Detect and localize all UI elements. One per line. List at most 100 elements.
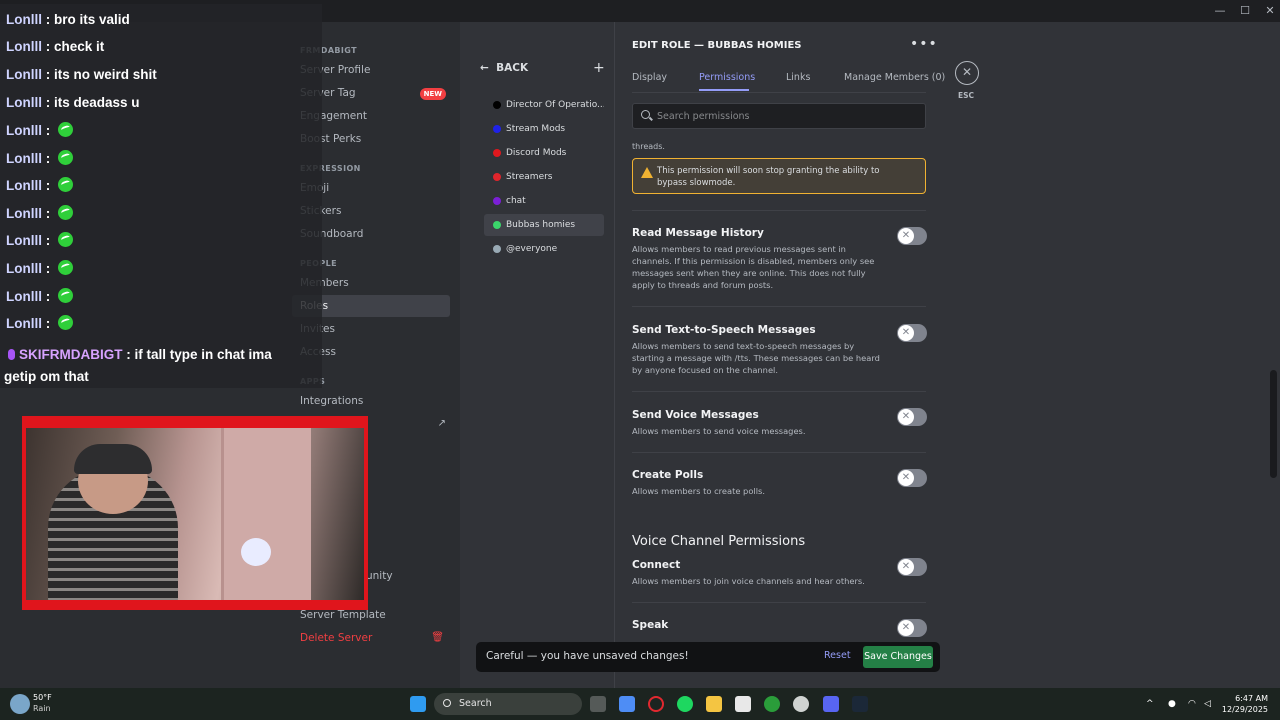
chat-message: Lonlll :	[6, 315, 73, 331]
close-window-icon[interactable]: ✕	[1256, 2, 1280, 20]
pepe-emote-icon	[58, 150, 73, 165]
chat-message: Lonlll : bro its valid	[6, 12, 130, 27]
divider	[632, 391, 926, 392]
divider	[632, 210, 926, 211]
reset-button[interactable]: Reset	[824, 650, 851, 661]
permission-toggle[interactable]: ✕	[897, 469, 927, 487]
save-changes-button[interactable]: Save Changes	[863, 646, 933, 668]
volume-icon[interactable]: ◁	[1204, 699, 1211, 709]
role-color-dot	[493, 197, 501, 205]
opera-icon[interactable]	[648, 696, 664, 712]
permission-toggle[interactable]: ✕	[897, 408, 927, 426]
sidebar-item-community[interactable]: unity	[366, 570, 393, 582]
role-color-dot	[493, 245, 501, 253]
permission-toggle[interactable]: ✕	[897, 558, 927, 576]
new-badge: NEW	[419, 88, 446, 100]
permission-title: Create Polls	[632, 469, 704, 481]
permission-title: Speak	[632, 619, 669, 631]
wifi-icon[interactable]: ◠	[1188, 699, 1196, 709]
role-color-dot	[493, 173, 501, 181]
tab-permissions[interactable]: Permissions	[699, 72, 755, 83]
chat-message: Lonlll :	[6, 288, 73, 304]
permission-toggle[interactable]: ✕	[897, 619, 927, 637]
delete-server-label: Delete Server	[300, 632, 373, 644]
permission-connect: Connect Allows members to join voice cha…	[632, 559, 926, 587]
arrow-left-icon: ←	[480, 62, 497, 74]
permission-speak: Speak	[632, 619, 926, 631]
webcam-door	[221, 428, 311, 600]
weather-icon[interactable]	[10, 694, 30, 714]
permission-title: Send Voice Messages	[632, 409, 759, 421]
role-color-dot	[493, 101, 501, 109]
xbox-icon[interactable]	[764, 696, 780, 712]
windows-start-icon[interactable]	[410, 696, 426, 712]
role-item-selected[interactable]: Bubbas homies	[484, 214, 604, 236]
webcam-overlay	[22, 416, 368, 610]
role-item[interactable]: @everyone	[484, 238, 604, 260]
x-icon: ✕	[898, 409, 914, 425]
chat-message: Lonlll : its no weird shit	[6, 67, 157, 82]
search-input[interactable]	[657, 109, 907, 124]
taskbar-search[interactable]: Search	[434, 693, 582, 715]
people-header: PEOPLE	[300, 259, 460, 268]
search-icon	[641, 110, 650, 119]
weather-temp: 50°F	[33, 693, 52, 702]
role-color-dot	[493, 221, 501, 229]
warning-icon	[641, 167, 653, 178]
x-icon: ✕	[898, 228, 914, 244]
chat-message: Lonlll :	[6, 232, 73, 248]
close-settings-button[interactable]: ✕	[955, 61, 979, 85]
pepe-emote-icon	[58, 288, 73, 303]
store-icon[interactable]	[735, 696, 751, 712]
discord-icon[interactable]	[823, 696, 839, 712]
steam-icon[interactable]	[852, 696, 868, 712]
copilot-icon[interactable]	[619, 696, 635, 712]
permission-toggle[interactable]: ✕	[897, 227, 927, 245]
scrollbar[interactable]	[1270, 370, 1277, 478]
clock[interactable]: 6:47 AM 12/29/2025	[1218, 693, 1268, 715]
voice-permissions-heading: Voice Channel Permissions	[632, 534, 806, 549]
external-link-icon: ↗	[437, 418, 446, 429]
tab-manage-members[interactable]: Manage Members (0)	[844, 72, 945, 83]
role-color-dot	[493, 149, 501, 157]
chat-message: Lonlll :	[6, 205, 73, 221]
unsaved-text: Careful — you have unsaved changes!	[486, 650, 689, 662]
role-item[interactable]: Director Of Operatio...	[484, 94, 604, 116]
pepe-emote-icon	[58, 315, 73, 330]
microphone-icon[interactable]: ●	[1168, 699, 1176, 709]
role-item[interactable]: Discord Mods	[484, 142, 604, 164]
sidebar-item-integrations[interactable]: Integrations	[292, 390, 460, 412]
minimize-icon[interactable]: —	[1206, 2, 1234, 20]
spotify-icon[interactable]	[677, 696, 693, 712]
maximize-icon[interactable]: ☐	[1231, 2, 1259, 20]
truncated-description: threads.	[632, 142, 665, 151]
webcam-feed	[26, 428, 364, 600]
permission-description: Allows members to join voice channels an…	[632, 576, 865, 586]
file-explorer-icon[interactable]	[706, 696, 722, 712]
back-label: BACK	[496, 62, 529, 74]
tabs-divider	[632, 92, 926, 93]
x-icon: ✕	[898, 470, 914, 486]
back-button[interactable]: ← BACK	[480, 62, 528, 74]
tab-links[interactable]: Links	[786, 72, 810, 83]
role-item[interactable]: Stream Mods	[484, 118, 604, 140]
divider	[632, 306, 926, 307]
role-item[interactable]: Streamers	[484, 166, 604, 188]
more-options-icon[interactable]: •••	[910, 36, 938, 52]
role-item[interactable]: chat	[484, 190, 604, 212]
permission-title: Connect	[632, 559, 681, 571]
pepe-emote-icon	[58, 177, 73, 192]
add-role-icon[interactable]: +	[593, 60, 605, 76]
task-view-icon[interactable]	[590, 696, 606, 712]
webcam-lamp	[241, 538, 271, 566]
page-title: EDIT ROLE — BUBBAS HOMIES	[632, 40, 802, 51]
chevron-up-icon[interactable]: ^	[1146, 699, 1154, 709]
chrome-icon[interactable]	[793, 696, 809, 712]
sidebar-item-delete-server[interactable]: Delete Server 🗑	[292, 627, 460, 649]
unsaved-changes-bar: Careful — you have unsaved changes! Rese…	[476, 642, 940, 672]
permission-toggle[interactable]: ✕	[897, 324, 927, 342]
roles-list-panel: ← BACK + Director Of Operatio... Stream …	[460, 22, 615, 688]
apps-header: APPS	[300, 377, 460, 386]
taskbar-search-label: Search	[459, 698, 492, 709]
tab-display[interactable]: Display	[632, 72, 667, 83]
